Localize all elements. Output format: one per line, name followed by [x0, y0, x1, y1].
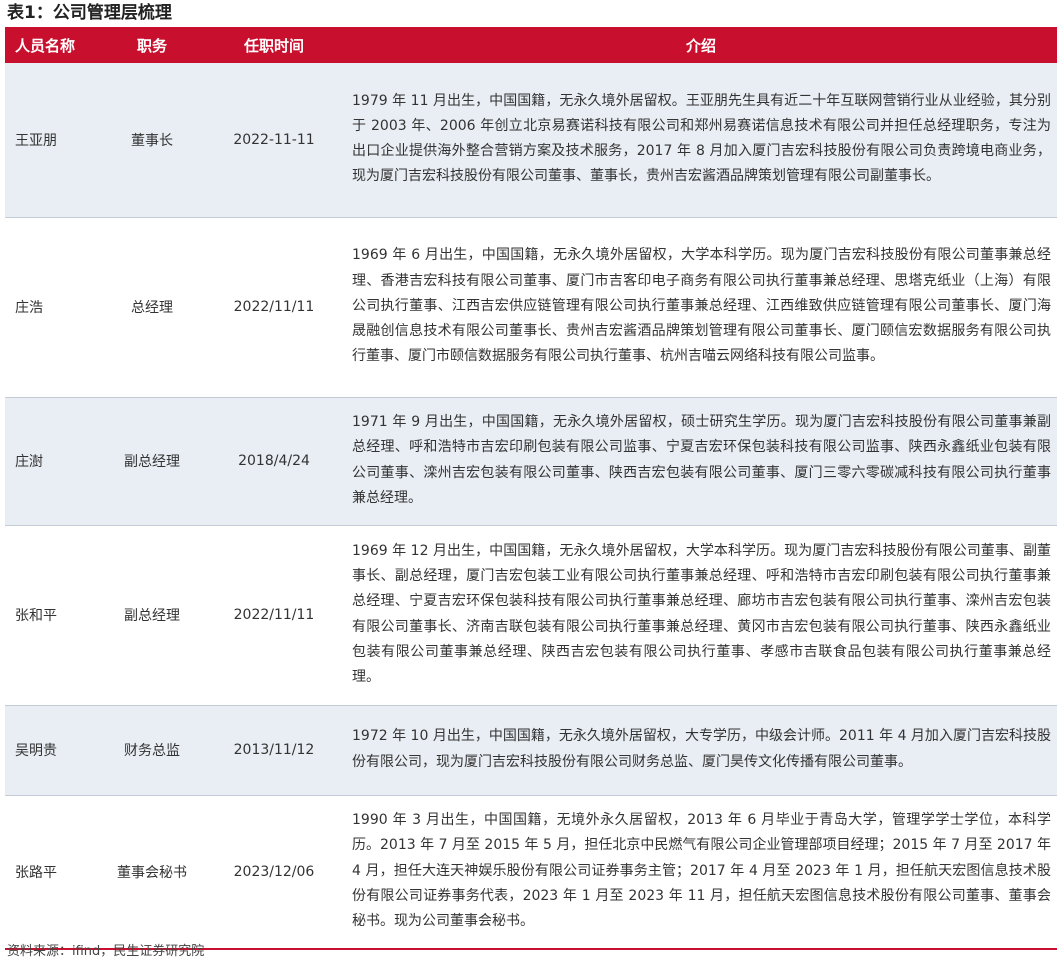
page: 表1：公司管理层梳理 人员名称 职务 任职时间 介绍 王亚朋 董事长 2022-…: [0, 0, 1061, 964]
cell-date: 2013/11/12: [203, 705, 345, 796]
cell-position: 董事会秘书: [101, 795, 203, 950]
cell-name: 庄澍: [5, 397, 101, 526]
source-note: 资料来源：ifind，民生证券研究院: [7, 944, 205, 959]
table-row: 张路平 董事会秘书 2023/12/06 1990 年 3 月出生，中国国籍，无…: [5, 795, 1057, 950]
cell-name: 吴明贵: [5, 705, 101, 796]
cell-position: 总经理: [101, 217, 203, 398]
cell-intro: 1969 年 12 月出生，中国国籍，无永久境外居留权，大学本科学历。现为厦门吉…: [345, 525, 1057, 706]
table-row: 庄澍 副总经理 2018/4/24 1971 年 9 月出生，中国国籍，无永久境…: [5, 397, 1057, 526]
header-date: 任职时间: [203, 27, 345, 63]
table-row: 张和平 副总经理 2022/11/11 1969 年 12 月出生，中国国籍，无…: [5, 525, 1057, 706]
cell-date: 2022/11/11: [203, 525, 345, 706]
cell-position: 董事长: [101, 63, 203, 218]
cell-name: 张路平: [5, 795, 101, 950]
header-intro: 介绍: [345, 27, 1057, 63]
table-row: 王亚朋 董事长 2022-11-11 1979 年 11 月出生，中国国籍，无永…: [5, 63, 1057, 218]
cell-position: 副总经理: [101, 525, 203, 706]
cell-name: 王亚朋: [5, 63, 101, 218]
cell-date: 2018/4/24: [203, 397, 345, 526]
cell-intro: 1979 年 11 月出生，中国国籍，无永久境外居留权。王亚朋先生具有近二十年互…: [345, 63, 1057, 218]
cell-intro: 1972 年 10 月出生，中国国籍，无永久境外居留权，大专学历，中级会计师。2…: [345, 705, 1057, 796]
cell-position: 副总经理: [101, 397, 203, 526]
cell-name: 庄浩: [5, 217, 101, 398]
table-row: 庄浩 总经理 2022/11/11 1969 年 6 月出生，中国国籍，无永久境…: [5, 217, 1057, 398]
table-row: 吴明贵 财务总监 2013/11/12 1972 年 10 月出生，中国国籍，无…: [5, 705, 1057, 796]
cell-date: 2022/11/11: [203, 217, 345, 398]
cell-date: 2023/12/06: [203, 795, 345, 950]
cell-name: 张和平: [5, 525, 101, 706]
cell-position: 财务总监: [101, 705, 203, 796]
management-table: 人员名称 职务 任职时间 介绍 王亚朋 董事长 2022-11-11 1979 …: [5, 27, 1057, 950]
header-name: 人员名称: [5, 27, 101, 63]
cell-date: 2022-11-11: [203, 63, 345, 218]
table-title: 表1：公司管理层梳理: [7, 3, 172, 23]
cell-intro: 1990 年 3 月出生，中国国籍，无境外永久居留权，2013 年 6 月毕业于…: [345, 795, 1057, 950]
cell-intro: 1969 年 6 月出生，中国国籍，无永久境外居留权，大学本科学历。现为厦门吉宏…: [345, 217, 1057, 398]
header-row: 人员名称 职务 任职时间 介绍: [5, 27, 1057, 63]
cell-intro: 1971 年 9 月出生，中国国籍，无永久境外居留权，硕士研究生学历。现为厦门吉…: [345, 397, 1057, 526]
header-position: 职务: [101, 27, 203, 63]
